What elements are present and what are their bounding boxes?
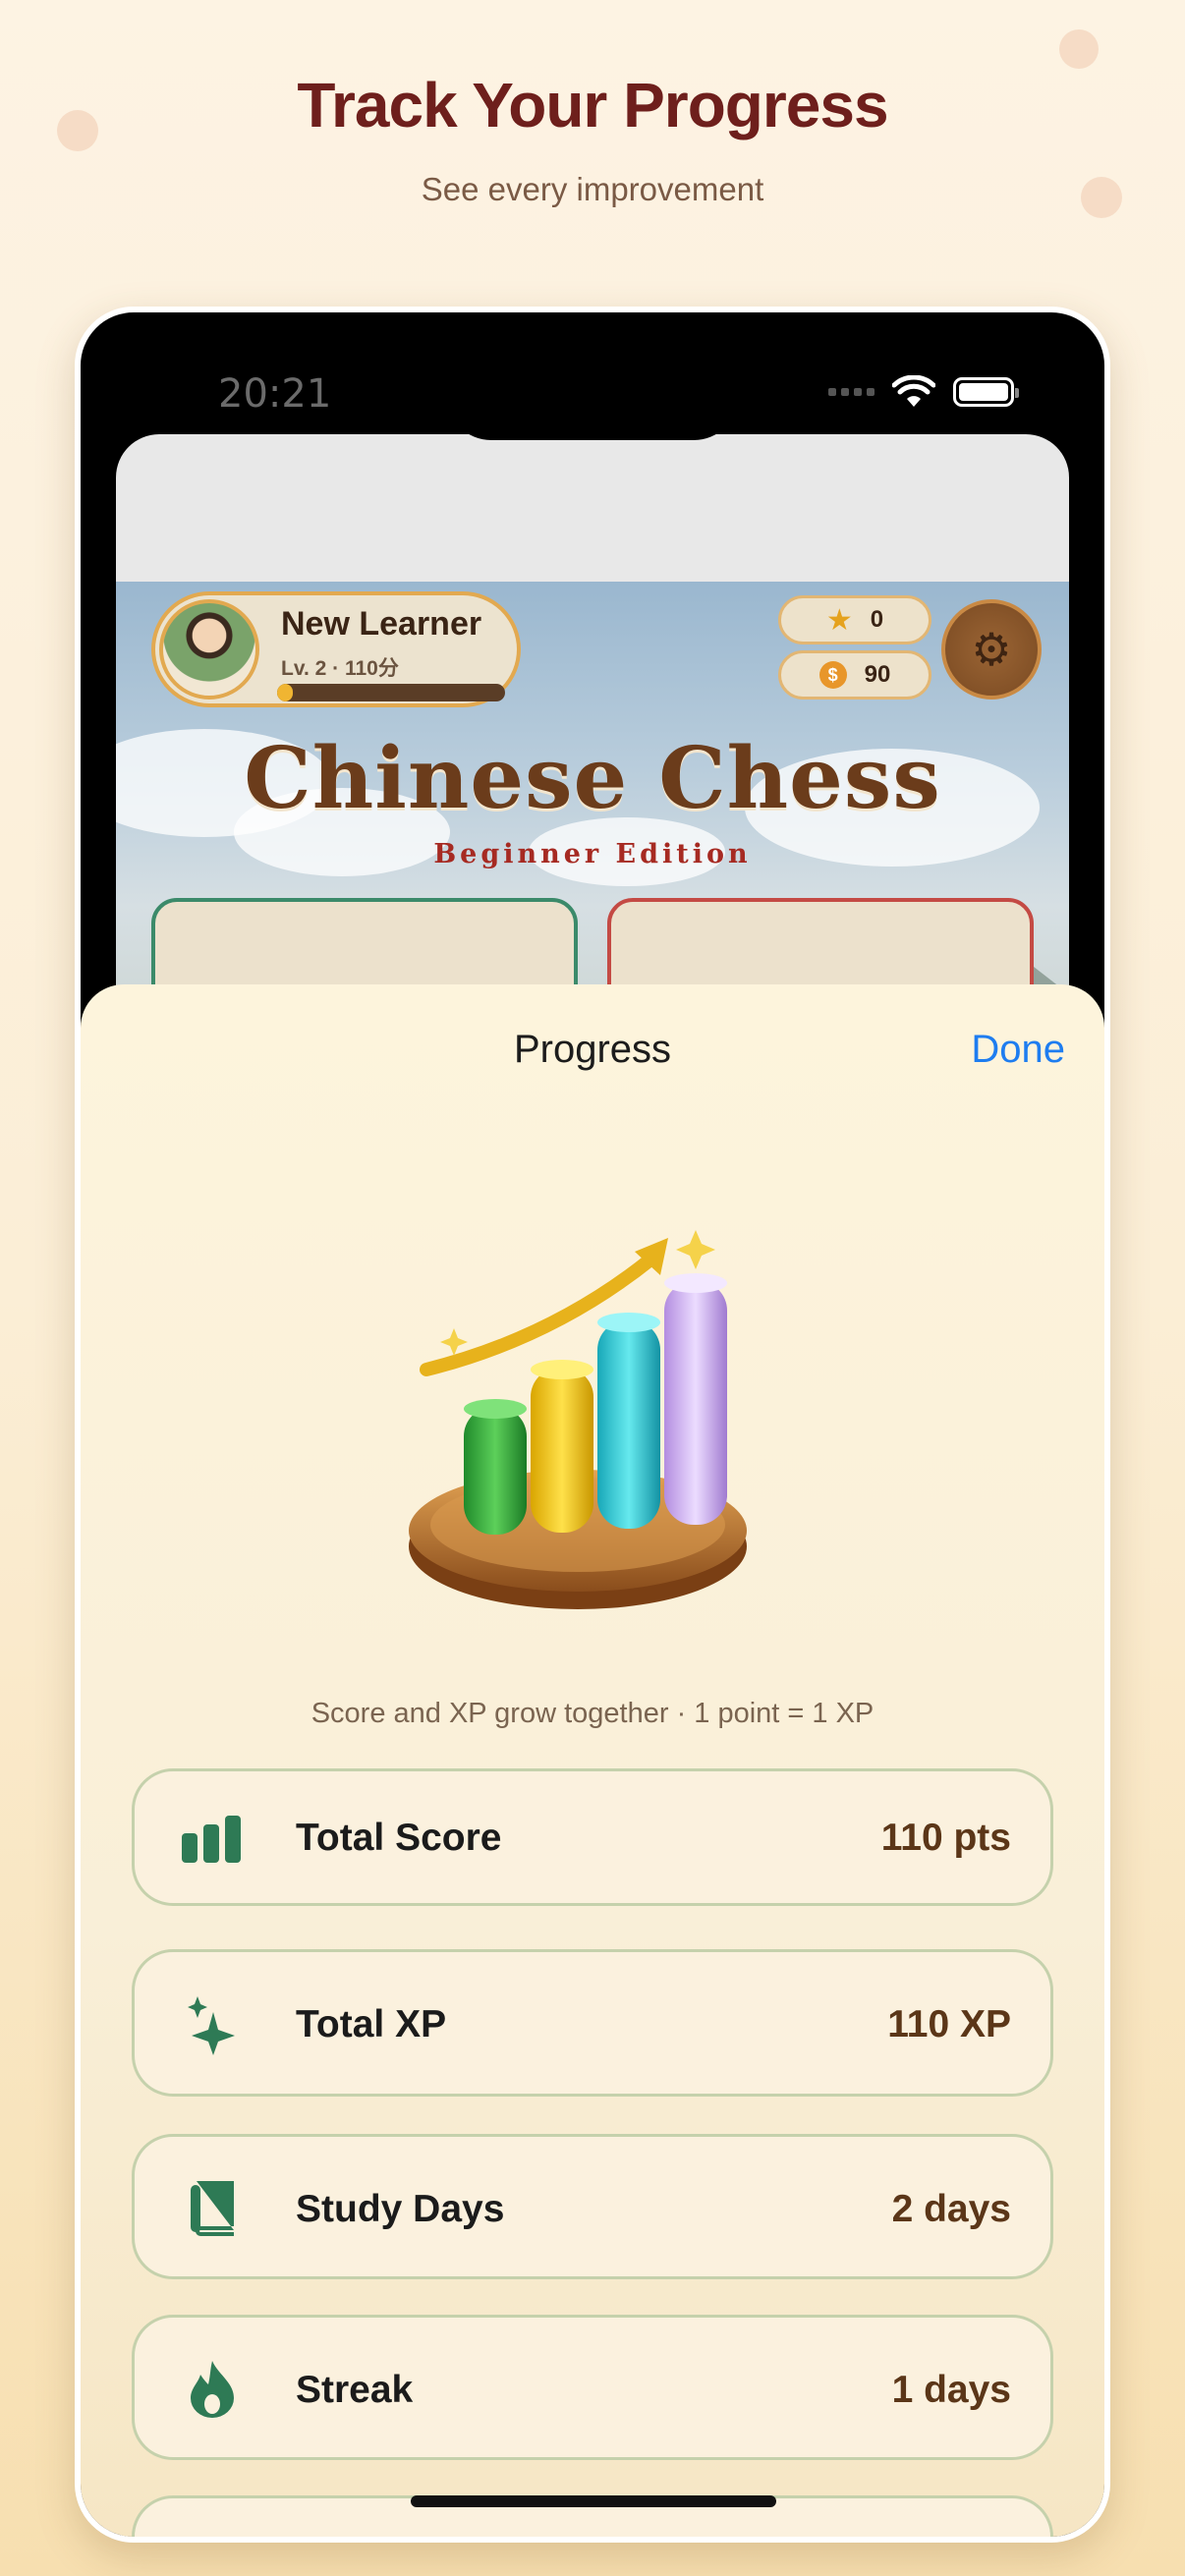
battery-icon — [953, 377, 1019, 407]
progress-sheet: Progress Done Score and XP grow together… — [81, 984, 1104, 2537]
sheet-title: Progress — [513, 1028, 672, 1071]
progress-caption: Score and XP grow together · 1 point = 1… — [310, 1698, 875, 1729]
phone-frame: 20:21 New Learner Lv. 2 · 110分 ★ 0 $ 90 … — [75, 307, 1110, 2543]
stat-row-total-score: Total Score 110 pts — [132, 1768, 1053, 1906]
done-button[interactable]: Done — [971, 1028, 1065, 1072]
coin-icon: $ — [818, 661, 847, 689]
star-icon: ★ — [825, 603, 853, 637]
coins-chip[interactable]: $ 90 — [778, 650, 931, 700]
stat-label: Total XP — [296, 2003, 447, 2045]
stars-chip[interactable]: ★ 0 — [778, 595, 931, 644]
stat-value: 110 pts — [880, 1817, 1011, 1859]
progress-chart-illustration — [409, 1230, 747, 1609]
profile-card[interactable]: New Learner Lv. 2 · 110分 — [151, 591, 521, 707]
stat-label: Streak — [296, 2369, 414, 2411]
profile-level: Lv. 2 · 110分 — [281, 657, 399, 680]
game-title: Chinese Chess — [244, 729, 941, 828]
sparkles-icon — [182, 1995, 243, 2056]
home-indicator[interactable] — [411, 2495, 776, 2507]
bar-chart-icon — [182, 1809, 243, 1870]
settings-gear-button[interactable]: ⚙ — [941, 599, 1042, 700]
book-icon — [182, 2178, 243, 2239]
status-icons — [828, 375, 1019, 409]
stat-row-total-xp: Total XP 110 XP — [132, 1949, 1053, 2097]
stat-value: 1 days — [891, 2369, 1011, 2411]
stat-row-study-days: Study Days 2 days — [132, 2134, 1053, 2279]
game-subtitle: Beginner Edition — [433, 839, 752, 869]
wifi-icon — [892, 375, 935, 407]
profile-name: New Learner — [281, 605, 482, 643]
decor-dot — [1059, 29, 1099, 69]
status-time: 20:21 — [218, 371, 332, 417]
phone-notch — [446, 312, 739, 440]
promo-headline: Track Your Progress — [297, 70, 888, 140]
stars-count: 0 — [870, 606, 884, 633]
cellular-signal-icon — [828, 388, 875, 396]
stat-label: Total Score — [296, 1817, 502, 1859]
promo-subline: See every improvement — [421, 171, 764, 207]
stat-row-streak: Streak 1 days — [132, 2315, 1053, 2460]
coins-count: 90 — [864, 661, 891, 688]
avatar — [159, 599, 259, 700]
gear-icon: ⚙ — [971, 624, 1012, 675]
stat-value: 110 XP — [887, 2003, 1011, 2045]
stat-value: 2 days — [891, 2188, 1011, 2230]
stat-label: Study Days — [296, 2188, 505, 2230]
xp-progress-bar — [277, 684, 505, 701]
xp-progress-fill — [277, 684, 294, 701]
flame-icon — [182, 2359, 243, 2420]
